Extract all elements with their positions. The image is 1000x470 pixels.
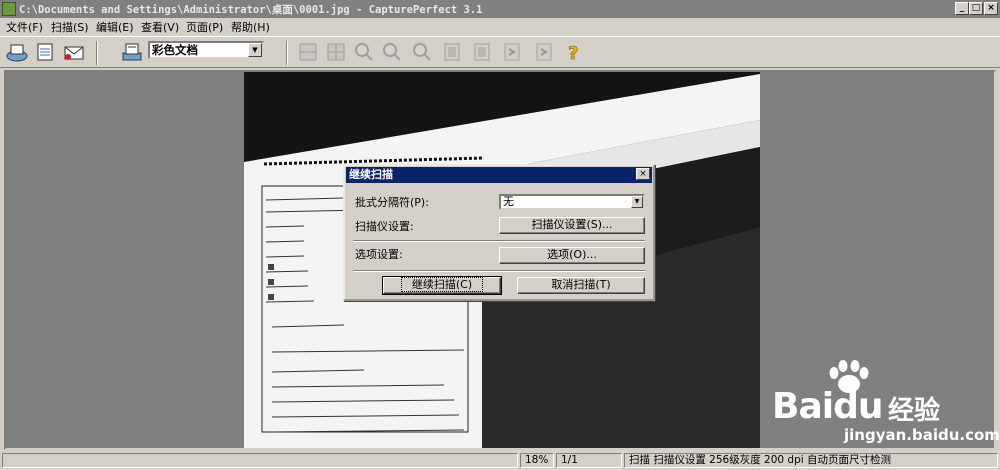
prev-page-icon[interactable] [470, 41, 494, 63]
page-counter: 1/1 [556, 453, 622, 468]
scanner-settings-button[interactable]: 扫描仪设置(S)... [499, 217, 645, 234]
separator-label: 批式分隔符(P): [355, 196, 429, 209]
mail-icon[interactable] [62, 41, 86, 63]
options-button[interactable]: 选项(O)... [499, 247, 645, 264]
chevron-down-icon[interactable]: ▼ [248, 43, 262, 57]
color-mode-select[interactable]: 彩色文档 ▼ [148, 41, 264, 59]
continue-scan-dialog: 继续扫描 × 批式分隔符(P): 无 ▼ 扫描仪设置: 扫描仪设置(S)... … [343, 164, 655, 301]
svg-text:?: ? [568, 43, 578, 63]
scanner-settings-label: 扫描仪设置: [355, 220, 414, 233]
dialog-close-button[interactable]: × [636, 168, 650, 180]
color-mode-value: 彩色文档 [152, 43, 198, 57]
dialog-divider [353, 240, 645, 242]
options-label: 选项设置: [355, 248, 403, 261]
dialog-divider [353, 270, 645, 272]
maximize-button[interactable]: □ [969, 2, 983, 15]
cancel-scan-button[interactable]: 取消扫描(T) [517, 277, 645, 294]
menu-view[interactable]: 查看(V) [141, 19, 179, 35]
menu-scan[interactable]: 扫描(S) [51, 19, 89, 35]
toolbar-separator [286, 41, 288, 65]
zoom-in-icon[interactable] [352, 41, 376, 63]
watermark-brand: Baidu [772, 386, 883, 427]
app-icon[interactable] [2, 2, 16, 16]
first-page-icon[interactable] [440, 41, 464, 63]
help-icon[interactable]: ? [562, 41, 586, 63]
thumbnail-view-icon[interactable] [324, 41, 348, 63]
scan-mode-icon[interactable] [120, 41, 144, 63]
baidu-jingyan-watermark: Baidu 经验 jingyan.baidu.com [762, 360, 1000, 470]
watermark-cn: 经验 [888, 396, 941, 426]
separator-value: 无 [503, 195, 514, 208]
last-page-icon[interactable] [532, 41, 556, 63]
chevron-down-icon[interactable]: ▼ [631, 196, 643, 208]
single-page-view-icon[interactable] [296, 41, 320, 63]
toolbar-separator [96, 41, 98, 65]
zoom-level: 18% [520, 453, 554, 468]
separator-select[interactable]: 无 ▼ [499, 194, 645, 210]
continue-scan-button[interactable]: 继续扫描(C) [382, 276, 502, 295]
menu-file[interactable]: 文件(F) [6, 19, 43, 35]
next-page-icon[interactable] [500, 41, 524, 63]
menu-page[interactable]: 页面(P) [186, 19, 223, 35]
dialog-title: 继续扫描 [346, 167, 652, 183]
zoom-fit-icon[interactable] [410, 41, 434, 63]
menu-bar: 文件(F) 扫描(S) 编辑(E) 查看(V) 页面(P) 帮助(H) [0, 18, 1000, 36]
window-title: C:\Documents and Settings\Administrator\… [19, 4, 483, 16]
scan-pages-icon[interactable] [34, 41, 58, 63]
menu-edit[interactable]: 编辑(E) [96, 19, 134, 35]
watermark-url: jingyan.baidu.com [844, 426, 1000, 444]
menu-help[interactable]: 帮助(H) [231, 19, 270, 35]
zoom-out-icon[interactable] [380, 41, 404, 63]
continue-scan-label: 继续扫描(C) [400, 277, 484, 292]
status-message [2, 453, 518, 468]
title-bar: C:\Documents and Settings\Administrator\… [0, 0, 1000, 18]
close-button[interactable]: × [984, 2, 998, 15]
minimize-button[interactable]: _ [955, 2, 969, 15]
scan-icon[interactable] [5, 41, 29, 63]
